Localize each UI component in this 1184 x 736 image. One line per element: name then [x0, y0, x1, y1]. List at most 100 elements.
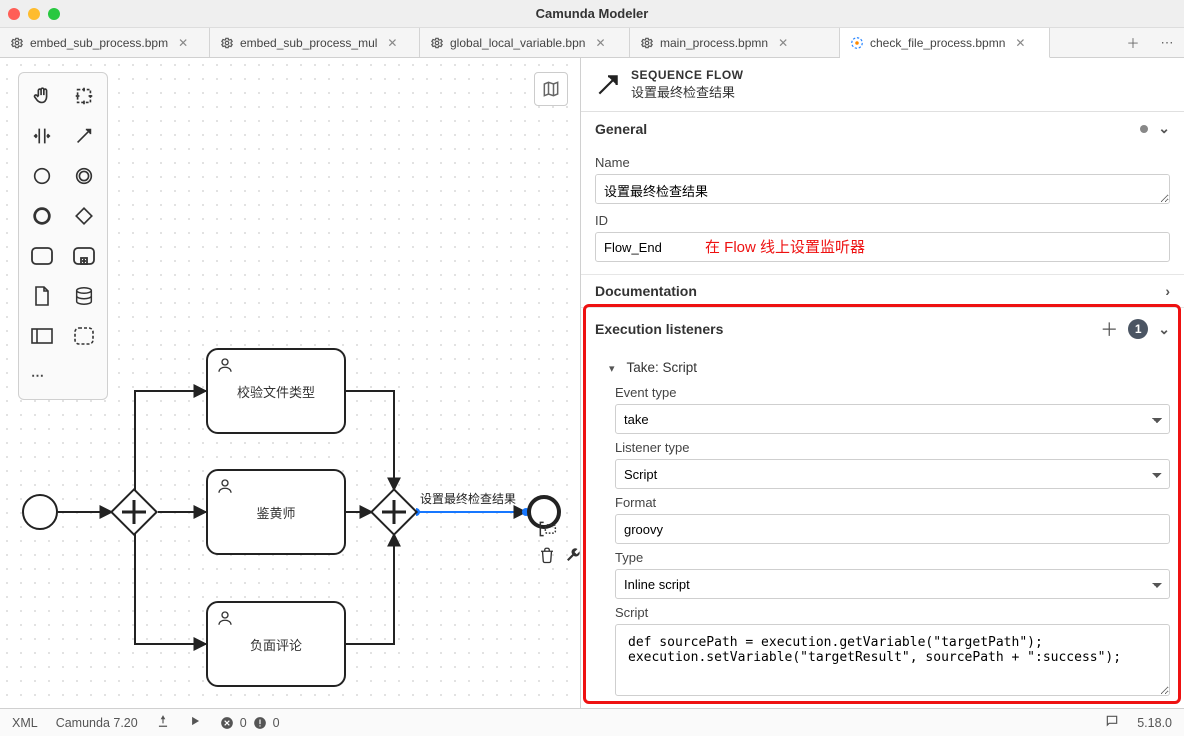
version-label: 5.18.0 — [1137, 716, 1172, 730]
type-label: Type — [615, 550, 1170, 565]
task-porn-reviewer[interactable]: 鉴黄师 — [206, 469, 346, 555]
data-object-tool[interactable] — [23, 279, 61, 313]
deploy-icon[interactable] — [156, 714, 170, 731]
more-tools[interactable]: ⋯ — [23, 359, 103, 393]
start-event-tool[interactable] — [23, 159, 61, 193]
chevron-down-icon[interactable]: ⌄ — [1158, 120, 1170, 137]
event-type-label: Event type — [615, 385, 1170, 400]
status-engine[interactable]: Camunda 7.20 — [56, 716, 138, 730]
problems-indicator[interactable]: 0 0 — [220, 716, 280, 730]
task-label: 鉴黄师 — [256, 503, 295, 522]
tab-label: embed_sub_process_mul — [240, 36, 377, 50]
tab-label: global_local_variable.bpn — [450, 36, 585, 50]
tab-label: check_file_process.bpmn — [870, 36, 1005, 50]
window-minimize[interactable] — [28, 8, 40, 20]
name-input[interactable]: 设置最终检查结果 — [595, 174, 1170, 204]
camunda-icon — [850, 36, 864, 50]
properties-panel: SEQUENCE FLOW 设置最终检查结果 General ⌄ Name 设置… — [580, 58, 1184, 708]
close-icon[interactable]: ✕ — [595, 36, 605, 50]
script-textarea[interactable]: def sourcePath = execution.getVariable("… — [615, 624, 1170, 696]
error-icon — [220, 716, 234, 730]
intermediate-event-tool[interactable] — [65, 159, 103, 193]
chevron-down-icon[interactable]: ⌄ — [1158, 321, 1170, 338]
add-listener-button[interactable]: ＋ — [1100, 316, 1118, 342]
close-icon[interactable]: ✕ — [178, 36, 188, 50]
group-tool[interactable] — [65, 319, 103, 353]
window-titlebar: Camunda Modeler — [0, 0, 1184, 28]
section-title: General — [595, 121, 647, 137]
sequence-flow-label[interactable]: 设置最终检查结果 — [420, 490, 516, 507]
tab-embed-sub-process-mul[interactable]: embed_sub_process_mul ✕ — [210, 28, 420, 57]
tab-overflow-button[interactable]: ⋯ — [1150, 28, 1184, 57]
task-negative-comment[interactable]: 负面评论 — [206, 601, 346, 687]
gateway-tool[interactable] — [65, 199, 103, 233]
lasso-tool[interactable] — [65, 79, 103, 113]
listener-type-select[interactable]: Script — [615, 459, 1170, 489]
chevron-right-icon[interactable]: › — [1165, 283, 1170, 299]
format-input[interactable] — [615, 514, 1170, 544]
task-validate-file-type[interactable]: 校验文件类型 — [206, 348, 346, 434]
user-icon — [216, 356, 234, 374]
section-general: General ⌄ Name 设置最终检查结果 ID 在 Flow 线上设置监听… — [581, 112, 1184, 275]
play-icon[interactable] — [188, 714, 202, 731]
section-execution-listeners: Execution listeners ＋ 1 ⌄ Take: Script E… — [581, 308, 1184, 708]
close-icon[interactable]: ✕ — [1015, 36, 1025, 50]
tab-embed-sub-process[interactable]: embed_sub_process.bpm ✕ — [0, 28, 210, 57]
close-icon[interactable]: ✕ — [387, 36, 397, 50]
user-icon — [216, 477, 234, 495]
warning-icon — [253, 716, 267, 730]
tab-main-process[interactable]: main_process.bpmn ✕ — [630, 28, 840, 57]
feedback-icon[interactable] — [1105, 714, 1119, 731]
append-text-annotation-icon[interactable] — [536, 518, 558, 540]
section-title: Execution listeners — [595, 321, 723, 337]
dirty-indicator-icon — [1140, 125, 1148, 133]
parallel-gateway-split[interactable] — [112, 490, 156, 534]
pool-tool[interactable] — [23, 319, 61, 353]
subprocess-tool[interactable] — [65, 239, 103, 273]
annotation-text: 在 Flow 线上设置监听器 — [705, 236, 865, 257]
task-label: 校验文件类型 — [237, 382, 315, 401]
tab-label: embed_sub_process.bpm — [30, 36, 168, 50]
close-icon[interactable]: ✕ — [778, 36, 788, 50]
tool-palette: ⋯ — [18, 72, 108, 400]
hand-tool[interactable] — [23, 79, 61, 113]
id-input[interactable] — [595, 232, 1170, 262]
arrow-icon — [595, 72, 621, 98]
panel-header: SEQUENCE FLOW 设置最终检查结果 — [581, 58, 1184, 112]
space-tool[interactable] — [23, 119, 61, 153]
error-count: 0 — [240, 716, 247, 730]
parallel-gateway-join[interactable] — [372, 490, 416, 534]
start-event[interactable] — [22, 494, 58, 530]
new-tab-button[interactable]: ＋ — [1116, 28, 1150, 57]
tab-global-local-variable[interactable]: global_local_variable.bpn ✕ — [420, 28, 630, 57]
gear-icon — [220, 36, 234, 50]
event-type-select[interactable]: take — [615, 404, 1170, 434]
tab-check-file-process[interactable]: check_file_process.bpmn ✕ — [840, 28, 1050, 58]
minimap-toggle[interactable] — [534, 72, 568, 106]
id-label: ID — [595, 213, 1170, 228]
window-zoom[interactable] — [48, 8, 60, 20]
delete-icon[interactable] — [536, 544, 558, 566]
gear-icon — [10, 36, 24, 50]
type-select[interactable]: Inline script — [615, 569, 1170, 599]
section-documentation[interactable]: Documentation › — [581, 275, 1184, 308]
format-label: Format — [615, 495, 1170, 510]
task-tool[interactable] — [23, 239, 61, 273]
listener-item-header[interactable]: Take: Script — [599, 354, 1170, 379]
connect-tool[interactable] — [65, 119, 103, 153]
gear-icon — [430, 36, 444, 50]
script-label: Script — [615, 605, 1170, 620]
data-store-tool[interactable] — [65, 279, 103, 313]
end-event-tool[interactable] — [23, 199, 61, 233]
listener-type-label: Listener type — [615, 440, 1170, 455]
tab-label: main_process.bpmn — [660, 36, 768, 50]
user-icon — [216, 609, 234, 627]
warning-count: 0 — [273, 716, 280, 730]
tab-bar: embed_sub_process.bpm ✕ embed_sub_proces… — [0, 28, 1184, 58]
gear-icon — [640, 36, 654, 50]
status-xml[interactable]: XML — [12, 716, 38, 730]
window-close[interactable] — [8, 8, 20, 20]
diagram-canvas[interactable]: ⋯ — [0, 58, 580, 708]
listener-item-title: Take: Script — [627, 360, 698, 375]
context-pad — [536, 518, 584, 566]
